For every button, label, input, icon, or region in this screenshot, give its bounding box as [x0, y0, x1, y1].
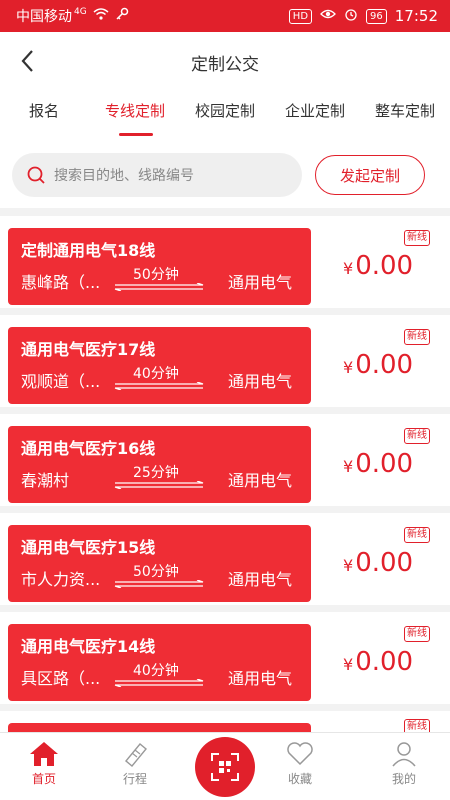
- currency-symbol: ¥: [343, 457, 354, 476]
- price-value: 0.00: [355, 548, 414, 578]
- carrier-name: 中国移动: [16, 9, 72, 25]
- route-origin: 观顺道（...: [21, 372, 101, 391]
- route-destination: 通用电气: [228, 570, 293, 589]
- search-icon: [27, 166, 45, 184]
- app-header: 定制公交: [0, 32, 450, 90]
- nav-mine[interactable]: 我的: [374, 741, 434, 787]
- route-item[interactable]: 定制通用电气18线 惠峰路（... 50分钟 通用电气 新线 ¥0.00: [0, 216, 450, 308]
- new-route-badge: 新线: [404, 626, 430, 642]
- nav-home[interactable]: 首页: [14, 741, 74, 787]
- route-item[interactable]: 通用电气医疗17线 观顺道（... 40分钟 通用电气 新线 ¥0.00: [0, 315, 450, 407]
- route-arrow-icon: [114, 679, 204, 687]
- home-icon: [30, 742, 58, 766]
- wifi-icon: [93, 8, 109, 24]
- active-tab-indicator: [119, 133, 153, 136]
- search-placeholder: 搜索目的地、线路编号: [54, 168, 194, 184]
- route-item[interactable]: 通用电气医疗14线 具区路（... 40分钟 通用电气 新线 ¥0.00: [0, 612, 450, 704]
- route-card[interactable]: 通用电气医疗16线 春潮村 25分钟 通用电气: [8, 426, 311, 503]
- heart-icon: [287, 742, 313, 766]
- route-name: 通用电气医疗14线: [21, 637, 156, 656]
- route-arrow-icon: [114, 580, 204, 588]
- route-duration: 40分钟: [133, 366, 179, 382]
- route-name: 通用电气医疗17线: [21, 340, 156, 359]
- price-value: 0.00: [355, 647, 414, 677]
- route-destination: 通用电气: [228, 273, 293, 292]
- route-origin: 市人力资...: [21, 570, 101, 589]
- tab-signup[interactable]: 报名: [29, 100, 59, 121]
- launch-custom-button[interactable]: 发起定制: [315, 155, 425, 195]
- nav-label: 收藏: [287, 772, 312, 786]
- route-price: ¥0.00: [343, 251, 413, 281]
- tab-charter-custom[interactable]: 整车定制: [375, 100, 435, 121]
- new-route-badge: 新线: [404, 527, 430, 543]
- currency-symbol: ¥: [343, 556, 354, 575]
- route-destination: 通用电气: [228, 471, 293, 490]
- route-item[interactable]: 通用电气医疗15线 市人力资... 50分钟 通用电气 新线 ¥0.00: [0, 513, 450, 605]
- nav-trips[interactable]: 行程: [105, 741, 165, 787]
- route-arrow-icon: [114, 382, 204, 390]
- price-value: 0.00: [355, 350, 414, 380]
- currency-symbol: ¥: [343, 655, 354, 674]
- route-card[interactable]: 通用电气医疗14线 具区路（... 40分钟 通用电气: [8, 624, 311, 701]
- user-icon: [392, 742, 416, 767]
- route-origin: 惠峰路（...: [21, 273, 101, 292]
- route-duration: 25分钟: [133, 465, 179, 481]
- currency-symbol: ¥: [343, 358, 354, 377]
- route-origin: 具区路（...: [21, 669, 101, 688]
- tab-enterprise-custom[interactable]: 企业定制: [285, 100, 345, 121]
- route-name: 定制通用电气18线: [21, 241, 156, 260]
- network-type: 4G: [74, 7, 87, 17]
- tab-campus-custom[interactable]: 校园定制: [195, 100, 255, 121]
- new-route-badge: 新线: [404, 230, 430, 246]
- hd-badge: HD: [288, 8, 313, 24]
- nav-label: 首页: [31, 772, 56, 786]
- nav-label: 行程: [122, 772, 147, 786]
- route-destination: 通用电气: [228, 669, 293, 688]
- route-name: 通用电气医疗15线: [21, 538, 156, 557]
- nav-label: 我的: [391, 772, 416, 786]
- route-card[interactable]: 定制通用电气18线 惠峰路（... 50分钟 通用电气: [8, 228, 311, 305]
- route-price: ¥0.00: [343, 449, 413, 479]
- route-duration: 50分钟: [133, 564, 179, 580]
- price-value: 0.00: [355, 251, 414, 281]
- new-route-badge: 新线: [404, 329, 430, 345]
- route-item[interactable]: 通用电气医疗16线 春潮村 25分钟 通用电气 新线 ¥0.00: [0, 414, 450, 506]
- nav-favorites[interactable]: 收藏: [270, 741, 330, 787]
- route-price: ¥0.00: [343, 350, 413, 380]
- scan-button[interactable]: [195, 737, 255, 797]
- ticket-icon: [125, 743, 147, 767]
- route-name: 通用电气医疗16线: [21, 439, 156, 458]
- search-input[interactable]: 搜索目的地、线路编号: [12, 153, 302, 197]
- battery-indicator: 96: [366, 8, 387, 24]
- clock: 17:52: [394, 7, 438, 25]
- route-price: ¥0.00: [343, 548, 413, 578]
- search-row: 搜索目的地、线路编号 发起定制: [0, 142, 450, 208]
- scan-icon: [211, 753, 239, 781]
- route-arrow-icon: [114, 283, 204, 291]
- route-origin: 春潮村: [21, 471, 70, 490]
- eye-icon: [320, 8, 336, 24]
- route-card[interactable]: 通用电气医疗17线 观顺道（... 40分钟 通用电气: [8, 327, 311, 404]
- page-title: 定制公交: [191, 55, 259, 75]
- category-tabs: 报名 专线定制 校园定制 企业定制 整车定制: [0, 90, 450, 142]
- route-arrow-icon: [114, 481, 204, 489]
- route-destination: 通用电气: [228, 372, 293, 391]
- new-route-badge: 新线: [404, 428, 430, 444]
- route-card[interactable]: 通用电气医疗15线 市人力资... 50分钟 通用电气: [8, 525, 311, 602]
- alarm-icon: [344, 7, 358, 25]
- status-bar: 中国移动 4G HD 96 17:52: [0, 0, 450, 32]
- route-duration: 40分钟: [133, 663, 179, 679]
- route-price: ¥0.00: [343, 647, 413, 677]
- route-duration: 50分钟: [133, 267, 179, 283]
- currency-symbol: ¥: [343, 259, 354, 278]
- key-icon: [115, 7, 129, 25]
- price-value: 0.00: [355, 449, 414, 479]
- tab-route-custom[interactable]: 专线定制: [105, 100, 165, 121]
